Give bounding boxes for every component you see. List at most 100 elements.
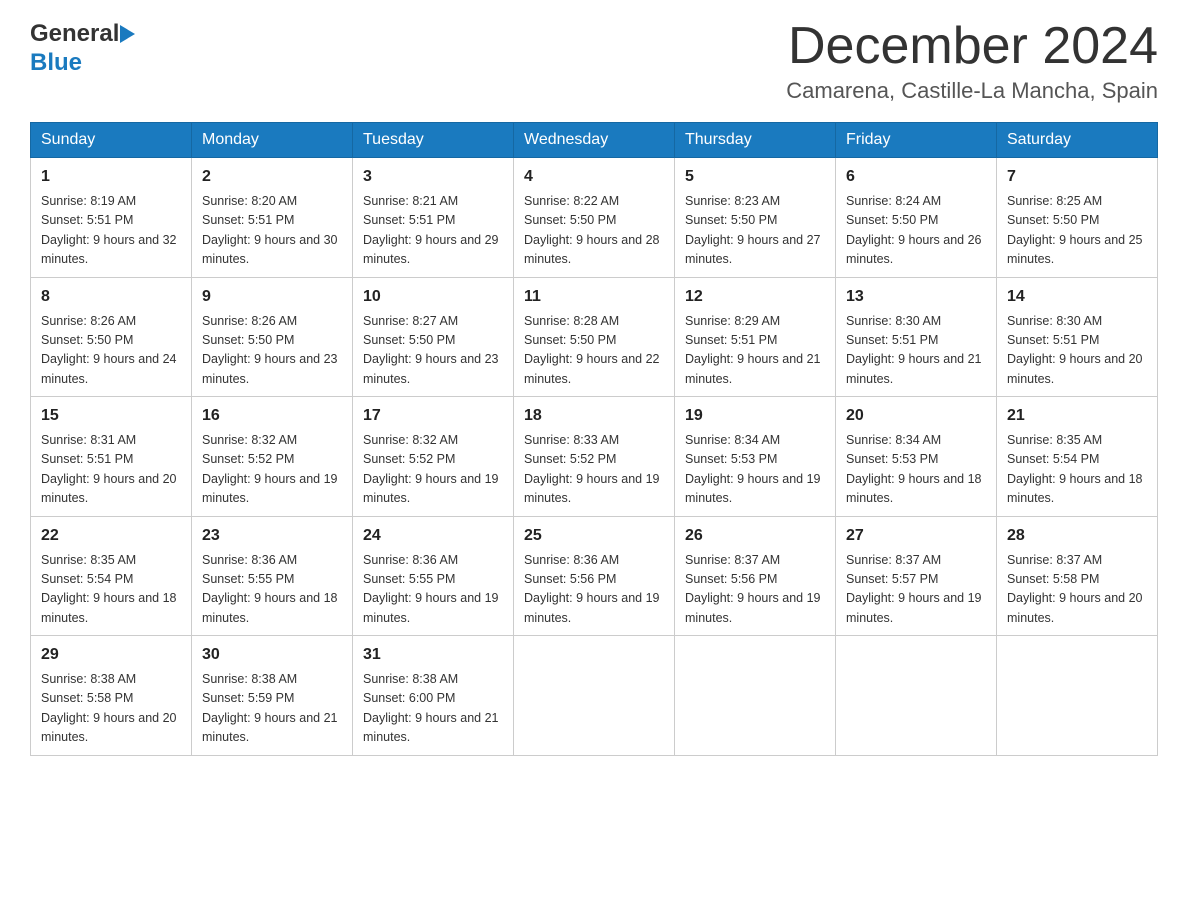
day-info: Sunrise: 8:36 AMSunset: 5:55 PMDaylight:… xyxy=(363,551,503,629)
day-info: Sunrise: 8:30 AMSunset: 5:51 PMDaylight:… xyxy=(1007,312,1147,390)
calendar-week-row: 1 Sunrise: 8:19 AMSunset: 5:51 PMDaylight… xyxy=(31,158,1158,278)
day-info: Sunrise: 8:34 AMSunset: 5:53 PMDaylight:… xyxy=(846,431,986,509)
table-row: 7 Sunrise: 8:25 AMSunset: 5:50 PMDaylight… xyxy=(997,158,1158,278)
table-row xyxy=(997,636,1158,756)
day-info: Sunrise: 8:38 AMSunset: 5:59 PMDaylight:… xyxy=(202,670,342,748)
table-row: 15 Sunrise: 8:31 AMSunset: 5:51 PMDayligh… xyxy=(31,397,192,517)
day-number: 7 xyxy=(1007,165,1147,189)
calendar-week-row: 22 Sunrise: 8:35 AMSunset: 5:54 PMDayligh… xyxy=(31,516,1158,636)
day-info: Sunrise: 8:27 AMSunset: 5:50 PMDaylight:… xyxy=(363,312,503,390)
table-row: 30Sunrise: 8:38 AMSunset: 5:59 PMDayligh… xyxy=(192,636,353,756)
calendar-week-row: 29 Sunrise: 8:38 AMSunset: 5:58 PMDayligh… xyxy=(31,636,1158,756)
page-header: General Blue December 2024 Camarena, Cas… xyxy=(30,20,1158,104)
table-row: 2Sunrise: 8:20 AMSunset: 5:51 PMDaylight… xyxy=(192,158,353,278)
table-row: 5Sunrise: 8:23 AMSunset: 5:50 PMDaylight… xyxy=(675,158,836,278)
day-info: Sunrise: 8:36 AMSunset: 5:55 PMDaylight:… xyxy=(202,551,342,629)
day-info: Sunrise: 8:29 AMSunset: 5:51 PMDaylight:… xyxy=(685,312,825,390)
header-wednesday: Wednesday xyxy=(514,123,675,158)
day-number: 3 xyxy=(363,165,503,189)
logo: General Blue xyxy=(30,20,136,78)
day-info: Sunrise: 8:30 AMSunset: 5:51 PMDaylight:… xyxy=(846,312,986,390)
logo-text: General Blue xyxy=(30,20,136,78)
table-row: 18 Sunrise: 8:33 AMSunset: 5:52 PMDayligh… xyxy=(514,397,675,517)
table-row: 29 Sunrise: 8:38 AMSunset: 5:58 PMDayligh… xyxy=(31,636,192,756)
day-info: Sunrise: 8:37 AMSunset: 5:57 PMDaylight:… xyxy=(846,551,986,629)
table-row: 31Sunrise: 8:38 AMSunset: 6:00 PMDayligh… xyxy=(353,636,514,756)
day-number: 18 xyxy=(524,404,664,428)
day-number: 9 xyxy=(202,285,342,309)
day-number: 11 xyxy=(524,285,664,309)
table-row xyxy=(514,636,675,756)
table-row: 11 Sunrise: 8:28 AMSunset: 5:50 PMDayligh… xyxy=(514,277,675,397)
day-number: 8 xyxy=(41,285,181,309)
table-row: 21Sunrise: 8:35 AMSunset: 5:54 PMDayligh… xyxy=(997,397,1158,517)
day-number: 17 xyxy=(363,404,503,428)
table-row: 13 Sunrise: 8:30 AMSunset: 5:51 PMDayligh… xyxy=(836,277,997,397)
header-friday: Friday xyxy=(836,123,997,158)
table-row: 9 Sunrise: 8:26 AMSunset: 5:50 PMDaylight… xyxy=(192,277,353,397)
day-info: Sunrise: 8:32 AMSunset: 5:52 PMDaylight:… xyxy=(363,431,503,509)
table-row: 25Sunrise: 8:36 AMSunset: 5:56 PMDayligh… xyxy=(514,516,675,636)
table-row: 27 Sunrise: 8:37 AMSunset: 5:57 PMDayligh… xyxy=(836,516,997,636)
day-info: Sunrise: 8:26 AMSunset: 5:50 PMDaylight:… xyxy=(202,312,342,390)
table-row xyxy=(836,636,997,756)
header-thursday: Thursday xyxy=(675,123,836,158)
day-info: Sunrise: 8:24 AMSunset: 5:50 PMDaylight:… xyxy=(846,192,986,270)
day-info: Sunrise: 8:26 AMSunset: 5:50 PMDaylight:… xyxy=(41,312,181,390)
table-row: 16 Sunrise: 8:32 AMSunset: 5:52 PMDayligh… xyxy=(192,397,353,517)
day-info: Sunrise: 8:32 AMSunset: 5:52 PMDaylight:… xyxy=(202,431,342,509)
day-number: 5 xyxy=(685,165,825,189)
day-number: 31 xyxy=(363,643,503,667)
day-number: 10 xyxy=(363,285,503,309)
header-sunday: Sunday xyxy=(31,123,192,158)
day-number: 4 xyxy=(524,165,664,189)
day-info: Sunrise: 8:34 AMSunset: 5:53 PMDaylight:… xyxy=(685,431,825,509)
day-number: 23 xyxy=(202,524,342,548)
calendar-table: Sunday Monday Tuesday Wednesday Thursday… xyxy=(30,122,1158,756)
month-title: December 2024 xyxy=(786,20,1158,72)
day-info: Sunrise: 8:21 AMSunset: 5:51 PMDaylight:… xyxy=(363,192,503,270)
table-row: 6Sunrise: 8:24 AMSunset: 5:50 PMDaylight… xyxy=(836,158,997,278)
day-number: 24 xyxy=(363,524,503,548)
day-number: 14 xyxy=(1007,285,1147,309)
day-info: Sunrise: 8:38 AMSunset: 5:58 PMDaylight:… xyxy=(41,670,181,748)
day-number: 22 xyxy=(41,524,181,548)
calendar-header-row: Sunday Monday Tuesday Wednesday Thursday… xyxy=(31,123,1158,158)
day-number: 13 xyxy=(846,285,986,309)
day-info: Sunrise: 8:20 AMSunset: 5:51 PMDaylight:… xyxy=(202,192,342,270)
day-number: 29 xyxy=(41,643,181,667)
location-title: Camarena, Castille-La Mancha, Spain xyxy=(786,78,1158,104)
table-row: 14 Sunrise: 8:30 AMSunset: 5:51 PMDayligh… xyxy=(997,277,1158,397)
logo-triangle-icon xyxy=(120,25,135,43)
day-info: Sunrise: 8:33 AMSunset: 5:52 PMDaylight:… xyxy=(524,431,664,509)
day-number: 16 xyxy=(202,404,342,428)
table-row xyxy=(675,636,836,756)
table-row: 3 Sunrise: 8:21 AMSunset: 5:51 PMDaylight… xyxy=(353,158,514,278)
table-row: 23 Sunrise: 8:36 AMSunset: 5:55 PMDayligh… xyxy=(192,516,353,636)
day-info: Sunrise: 8:19 AMSunset: 5:51 PMDaylight:… xyxy=(41,192,181,270)
day-info: Sunrise: 8:28 AMSunset: 5:50 PMDaylight:… xyxy=(524,312,664,390)
day-number: 27 xyxy=(846,524,986,548)
day-info: Sunrise: 8:22 AMSunset: 5:50 PMDaylight:… xyxy=(524,192,664,270)
day-info: Sunrise: 8:31 AMSunset: 5:51 PMDaylight:… xyxy=(41,431,181,509)
day-number: 15 xyxy=(41,404,181,428)
header-saturday: Saturday xyxy=(997,123,1158,158)
table-row: 12 Sunrise: 8:29 AMSunset: 5:51 PMDayligh… xyxy=(675,277,836,397)
day-info: Sunrise: 8:35 AMSunset: 5:54 PMDaylight:… xyxy=(41,551,181,629)
table-row: 10 Sunrise: 8:27 AMSunset: 5:50 PMDayligh… xyxy=(353,277,514,397)
day-number: 19 xyxy=(685,404,825,428)
table-row: 20 Sunrise: 8:34 AMSunset: 5:53 PMDayligh… xyxy=(836,397,997,517)
day-info: Sunrise: 8:25 AMSunset: 5:50 PMDaylight:… xyxy=(1007,192,1147,270)
table-row: 28 Sunrise: 8:37 AMSunset: 5:58 PMDayligh… xyxy=(997,516,1158,636)
calendar-title-area: December 2024 Camarena, Castille-La Manc… xyxy=(786,20,1158,104)
calendar-week-row: 8 Sunrise: 8:26 AMSunset: 5:50 PMDaylight… xyxy=(31,277,1158,397)
day-number: 1 xyxy=(41,165,181,189)
table-row: 22 Sunrise: 8:35 AMSunset: 5:54 PMDayligh… xyxy=(31,516,192,636)
day-number: 28 xyxy=(1007,524,1147,548)
table-row: 19 Sunrise: 8:34 AMSunset: 5:53 PMDayligh… xyxy=(675,397,836,517)
day-number: 12 xyxy=(685,285,825,309)
header-monday: Monday xyxy=(192,123,353,158)
day-info: Sunrise: 8:37 AMSunset: 5:58 PMDaylight:… xyxy=(1007,551,1147,629)
day-info: Sunrise: 8:35 AMSunset: 5:54 PMDaylight:… xyxy=(1007,431,1147,509)
day-number: 20 xyxy=(846,404,986,428)
